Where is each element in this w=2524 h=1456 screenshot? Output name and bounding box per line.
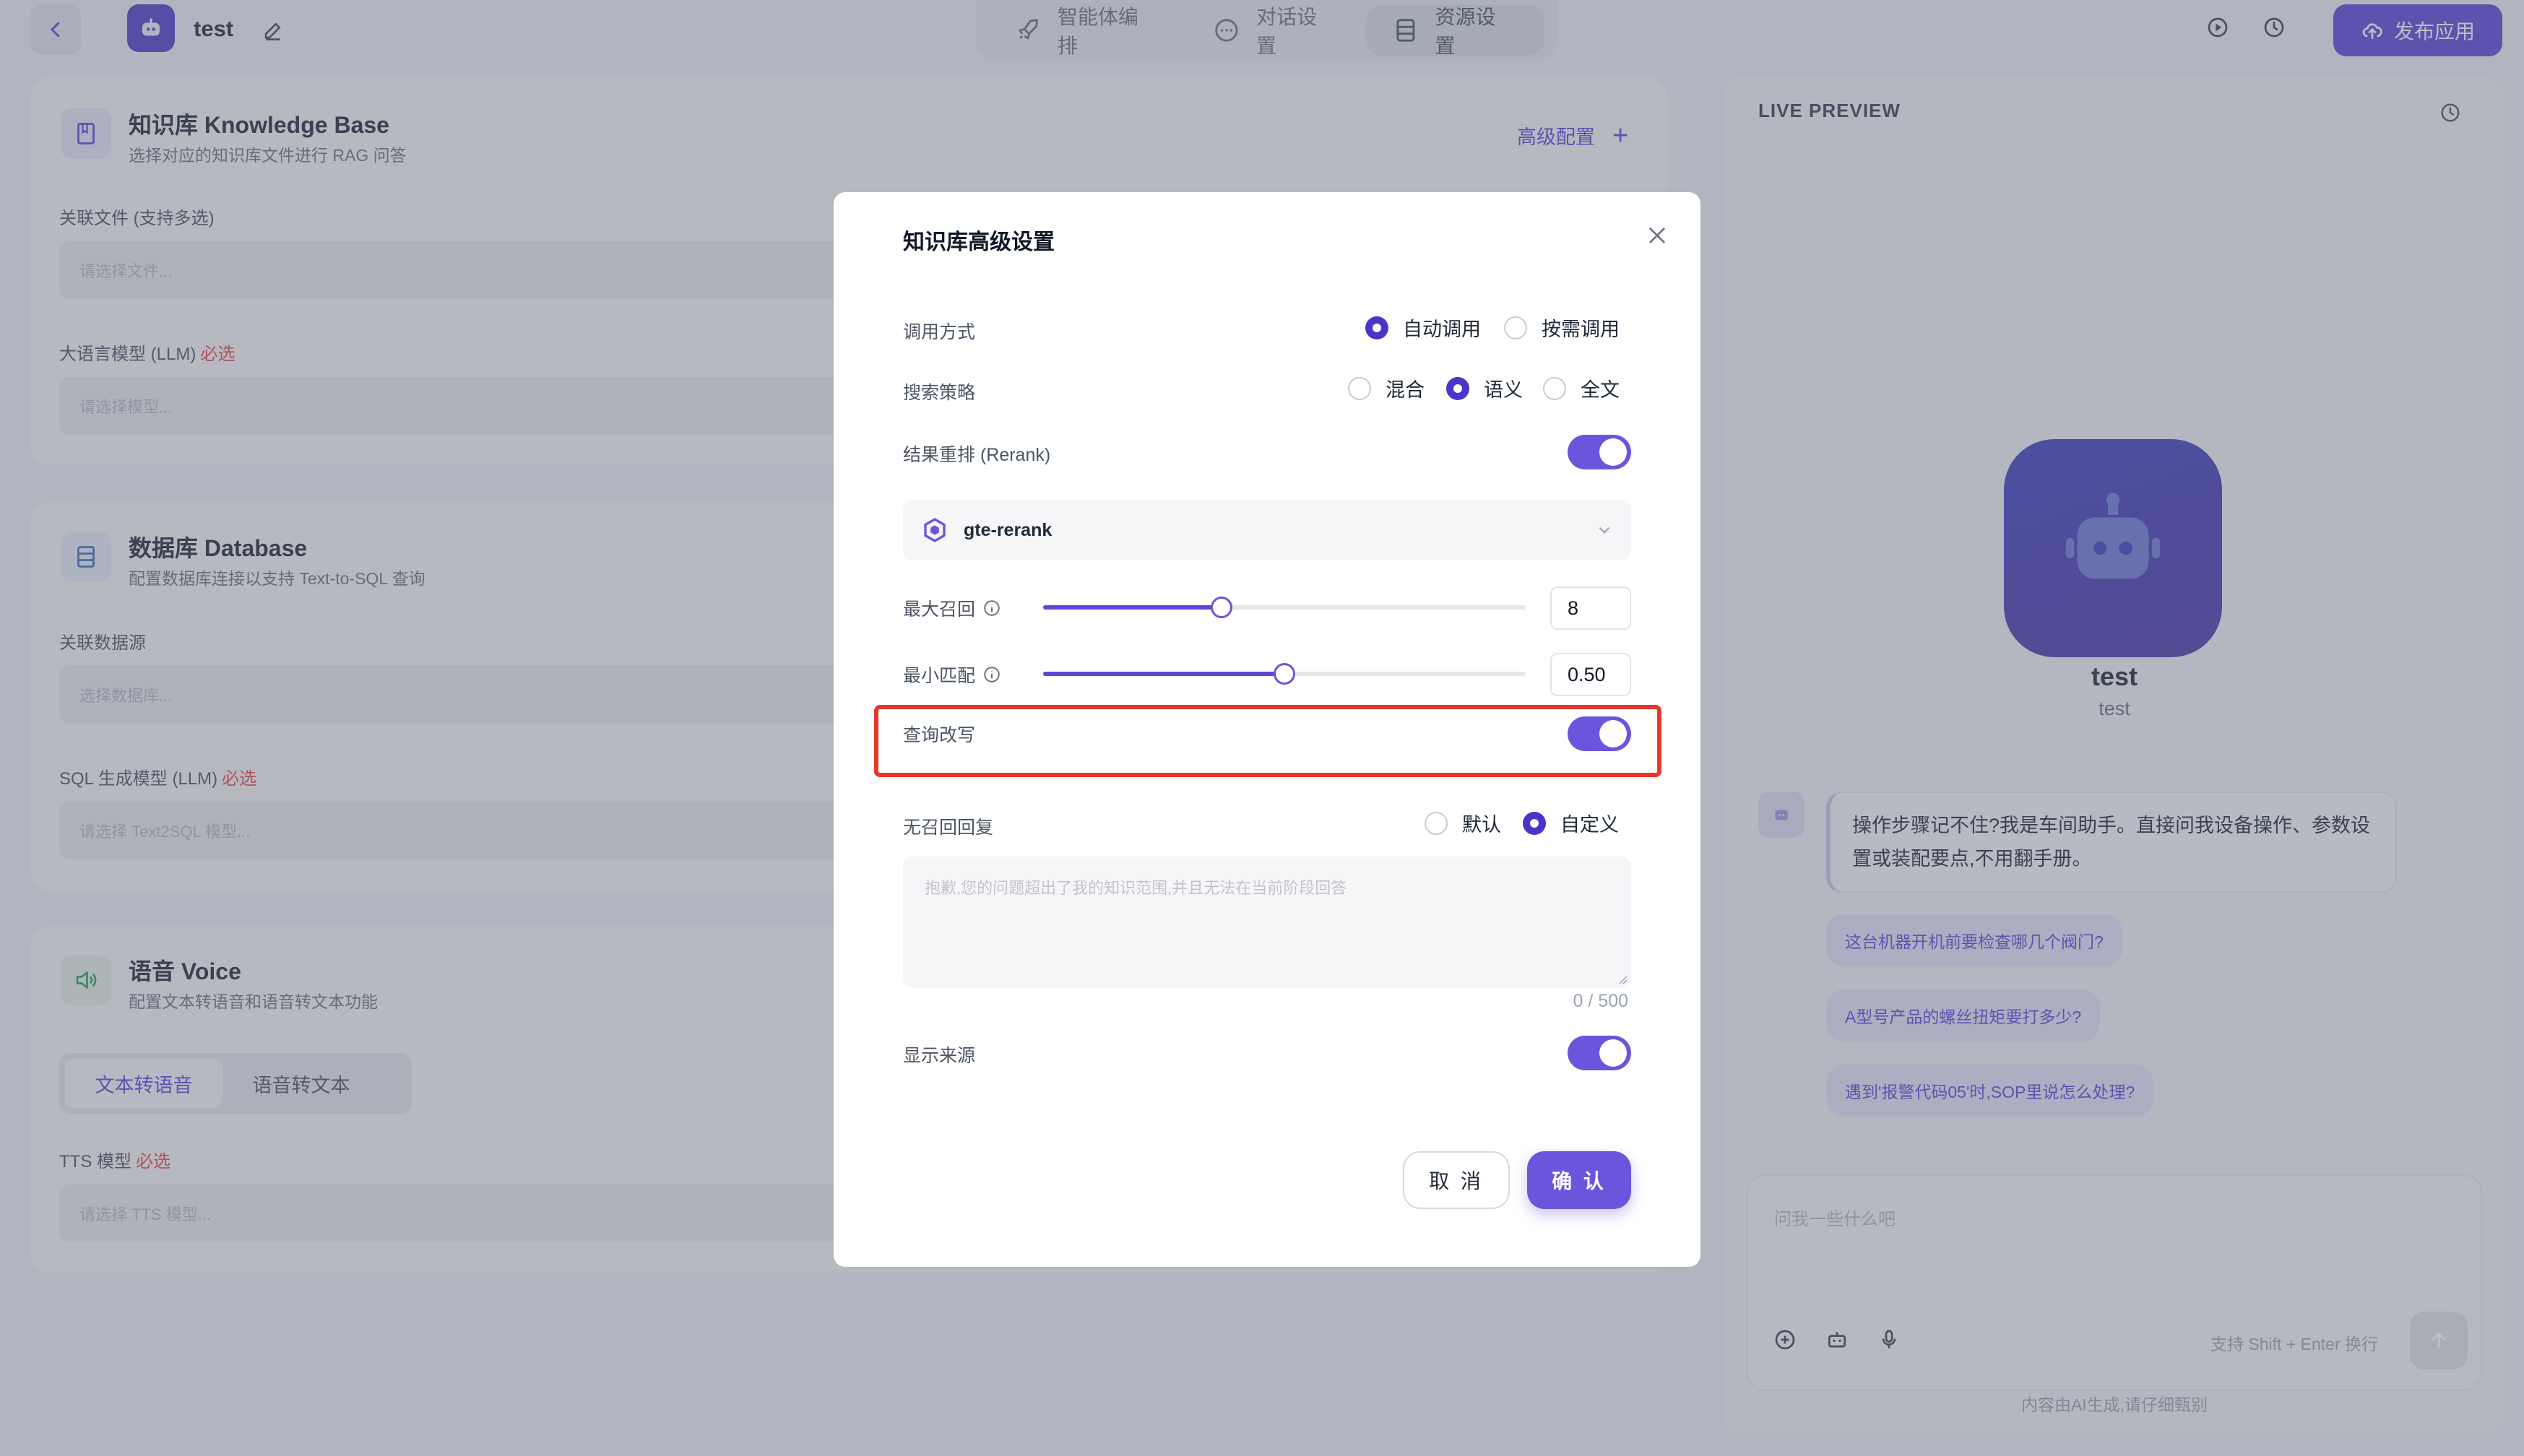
max-recall-input[interactable]: 8 (1550, 586, 1631, 630)
slider-fill (1043, 605, 1222, 610)
radio-dot (1543, 376, 1566, 400)
modal-title: 知识库高级设置 (903, 230, 1055, 254)
radio-dot-selected (1446, 376, 1469, 400)
no-recall-placeholder: 抱歉,您的问题超出了我的知识范围,并且无法在当前阶段回答 (925, 879, 1347, 897)
radio-dot-selected (1365, 316, 1388, 339)
rerank-model-name: gte-rerank (964, 519, 1053, 540)
no-recall-textarea[interactable]: 抱歉,您的问题超出了我的知识范围,并且无法在当前阶段回答 (903, 857, 1631, 988)
radio-dot (1504, 316, 1527, 339)
rerank-model-logo-icon (924, 518, 946, 542)
close-button[interactable] (1640, 218, 1674, 253)
knowledge-advanced-settings-modal: 知识库高级设置 调用方式 自动调用 按需调用 搜索策略 混合 语义 全文 结果重… (834, 192, 1700, 1267)
show-source-toggle[interactable] (1568, 1036, 1631, 1070)
no-recall-label: 无召回回复 (903, 818, 994, 838)
rerank-label: 结果重排 (Rerank) (903, 445, 1051, 465)
radio-default-reply[interactable]: 默认 (1425, 809, 1501, 837)
chevron-down-icon (1599, 526, 1610, 534)
info-icon (984, 600, 1000, 616)
min-match-label: 最小匹配 (903, 662, 1001, 688)
resize-handle-icon[interactable] (1615, 972, 1628, 985)
close-icon (1649, 228, 1665, 243)
query-rewrite-toggle[interactable] (1568, 716, 1631, 751)
max-recall-label: 最大召回 (903, 595, 1001, 621)
radio-dot (1348, 376, 1371, 400)
cancel-button[interactable]: 取 消 (1403, 1151, 1510, 1209)
min-match-input[interactable]: 0.50 (1550, 653, 1631, 696)
slider-thumb[interactable] (1211, 597, 1233, 618)
invoke-mode-label: 调用方式 (903, 322, 976, 342)
radio-auto-invoke[interactable]: 自动调用 (1365, 313, 1481, 342)
query-rewrite-label: 查询改写 (903, 725, 976, 745)
rerank-model-select[interactable]: gte-rerank (903, 500, 1631, 560)
radio-semantic[interactable]: 语义 (1446, 374, 1523, 402)
char-count: 0 / 500 (1573, 991, 1628, 1011)
radio-custom-reply[interactable]: 自定义 (1523, 809, 1619, 837)
radio-dot (1425, 811, 1448, 835)
max-recall-slider[interactable] (1043, 597, 1526, 618)
slider-thumb[interactable] (1274, 663, 1295, 685)
query-rewrite-highlight (874, 705, 1661, 777)
radio-fulltext[interactable]: 全文 (1543, 374, 1620, 402)
slider-fill (1043, 672, 1284, 676)
min-match-slider[interactable] (1043, 663, 1526, 685)
info-icon (984, 667, 1000, 682)
radio-on-demand-invoke[interactable]: 按需调用 (1504, 313, 1620, 342)
confirm-button[interactable]: 确 认 (1527, 1151, 1631, 1209)
rerank-toggle[interactable] (1568, 435, 1631, 469)
search-strategy-label: 搜索策略 (903, 383, 976, 403)
radio-hybrid[interactable]: 混合 (1348, 374, 1425, 402)
radio-dot-selected (1523, 811, 1546, 835)
show-source-label: 显示来源 (903, 1046, 976, 1066)
